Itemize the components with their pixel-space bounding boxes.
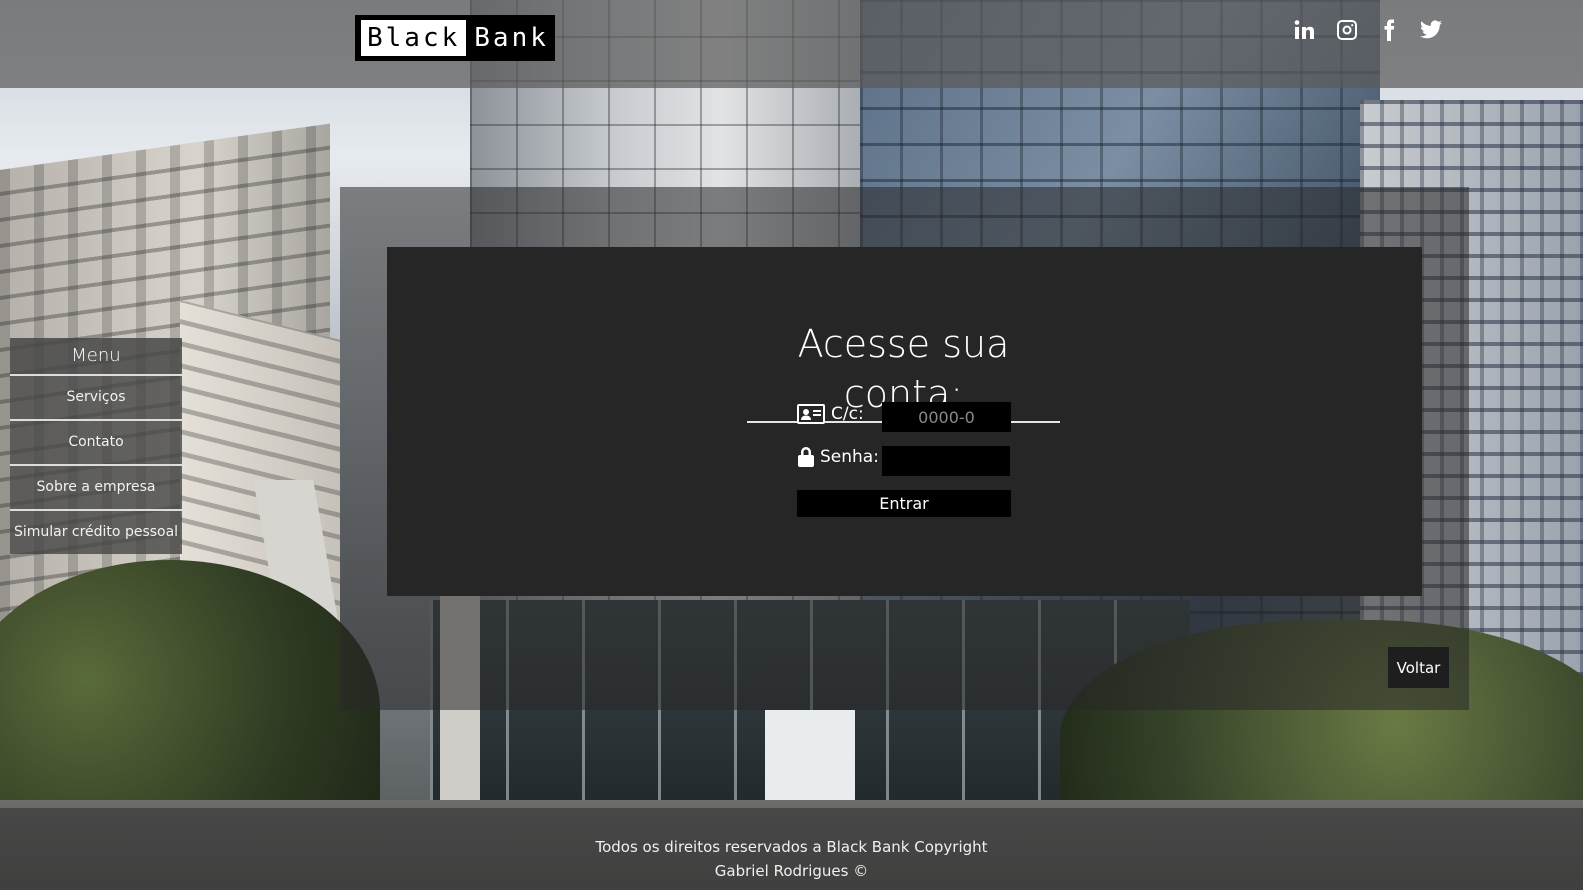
menu-item-contato[interactable]: Contato xyxy=(10,421,182,466)
side-menu: Menu Serviços Contato Sobre a empresa Si… xyxy=(10,338,182,554)
social-links xyxy=(1293,18,1443,42)
back-button[interactable]: Voltar xyxy=(1388,647,1449,688)
footer-copyright: Todos os direitos reservados a Black Ban… xyxy=(595,838,988,856)
account-row: C/c: xyxy=(796,402,864,426)
menu-item-sobre-a-empresa[interactable]: Sobre a empresa xyxy=(10,466,182,511)
footer-author: Gabriel Rodrigues © xyxy=(714,862,869,880)
menu-item-servicos[interactable]: Serviços xyxy=(10,376,182,421)
enter-button[interactable]: Entrar xyxy=(797,490,1011,517)
twitter-icon[interactable] xyxy=(1419,18,1443,42)
lock-icon xyxy=(797,446,815,468)
login-panel: Acesse sua conta: C/c: Senha: Entrar xyxy=(387,247,1422,596)
instagram-icon[interactable] xyxy=(1335,18,1359,42)
footer: Todos os direitos reservados a Black Ban… xyxy=(0,808,1583,890)
top-header: Black Bank xyxy=(0,0,1583,88)
password-row: Senha: xyxy=(797,446,879,468)
password-input[interactable] xyxy=(882,446,1010,476)
id-card-icon xyxy=(796,402,826,426)
password-label: Senha: xyxy=(820,447,879,467)
menu-title: Menu xyxy=(10,338,182,376)
account-label: C/c: xyxy=(831,404,864,424)
logo[interactable]: Black Bank xyxy=(355,15,555,61)
menu-item-simular-credito[interactable]: Simular crédito pessoal xyxy=(10,511,182,554)
linkedin-icon[interactable] xyxy=(1293,18,1317,42)
logo-bank-text: Bank xyxy=(474,23,549,53)
logo-black-text: Black xyxy=(361,20,467,56)
account-input[interactable] xyxy=(882,402,1011,432)
facebook-icon[interactable] xyxy=(1377,18,1401,42)
